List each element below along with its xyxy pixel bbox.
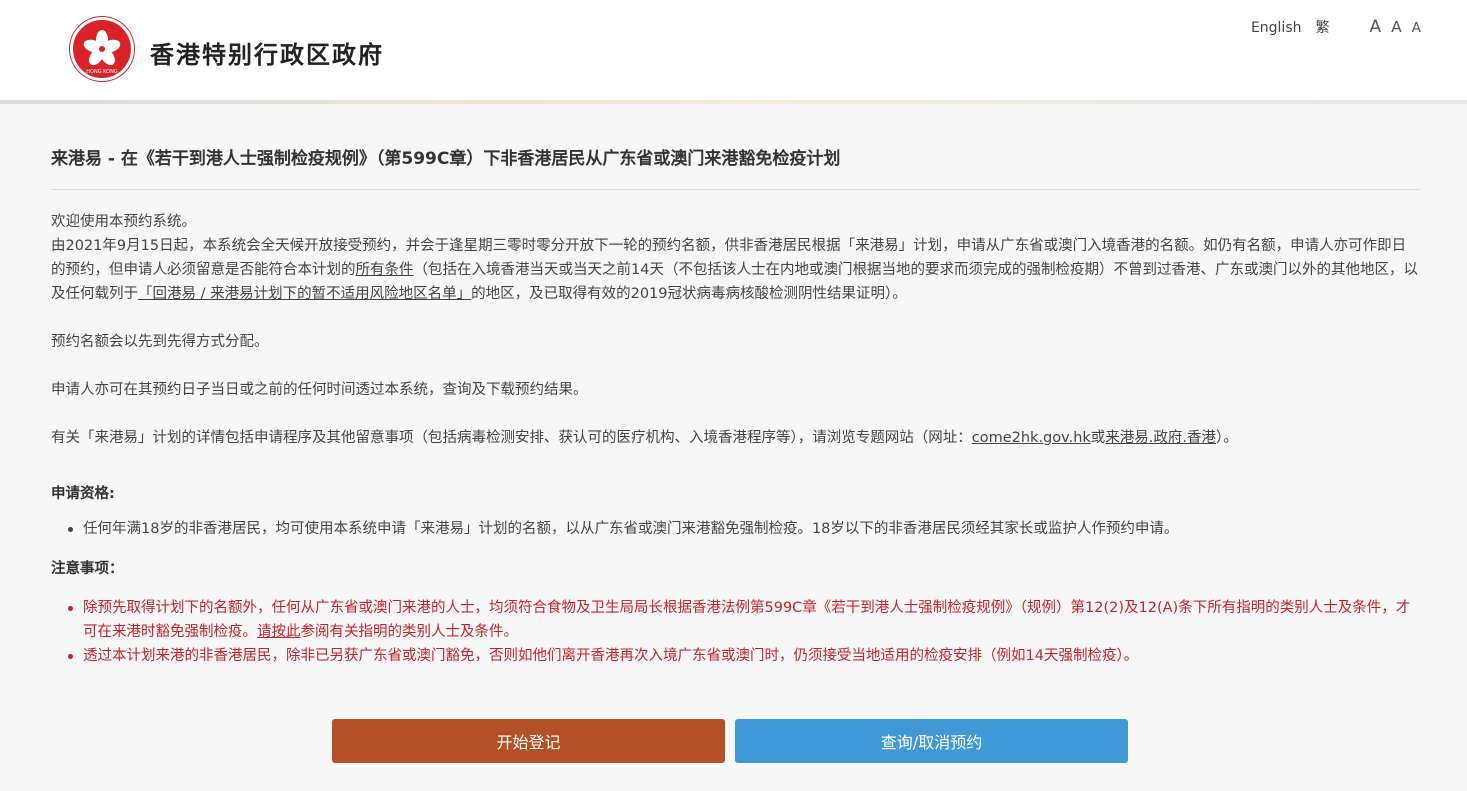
lang-traditional-link[interactable]: 繁	[1316, 17, 1330, 37]
site-title: 香港特别行政区政府	[150, 41, 384, 69]
font-size-large-button[interactable]: A	[1370, 17, 1382, 37]
click-here-link[interactable]: 请按此	[257, 624, 301, 640]
main-content: 来港易 - 在《若干到港人士强制检疫规例》（第599C章）下非香港居民从广东省或…	[51, 104, 1420, 668]
top-links: English 繁 A A A	[1251, 17, 1421, 37]
note-1-text-2: 参阅有关指明的类别人士及条件。	[300, 624, 519, 640]
bauhinia-icon: HONG KONG	[83, 30, 121, 75]
come2hk-link[interactable]: come2hk.gov.hk	[972, 430, 1091, 446]
details-or: 或	[1090, 430, 1106, 446]
details-text-2: ）。	[1216, 430, 1238, 446]
lang-english-link[interactable]: English	[1251, 20, 1302, 36]
allocation-text: 预约名额会以先到先得方式分配。	[51, 334, 269, 350]
title-divider	[51, 189, 1420, 190]
intro-paragraph: 由2021年9月15日起，本系统会全天候开放接受预约，并会于逢星期三零时零分开放…	[51, 234, 1420, 306]
query-cancel-button[interactable]: 查询/取消预约	[735, 719, 1128, 763]
font-size-small-button[interactable]: A	[1412, 20, 1421, 36]
eligibility-heading: 申请资格:	[51, 486, 115, 502]
eligibility-list: 任何年满18岁的非香港居民，均可使用本系统申请「来港易」计划的名额，以从广东省或…	[51, 517, 1420, 541]
notes-list: 除预先取得计划下的名额外，任何从广东省或澳门来港的人士，均须符合食物及卫生局局长…	[51, 596, 1420, 668]
hksar-emblem-logo[interactable]: HONG KONG	[70, 17, 134, 81]
risk-list-link[interactable]: 「回港易 / 来港易计划下的暂不适用风险地区名单」	[138, 286, 471, 302]
action-buttons: 开始登记 查询/取消预约	[332, 719, 1128, 763]
header: HONG KONG 香港特别行政区政府 English 繁 A A A	[0, 0, 1467, 104]
welcome-text: 欢迎使用本预约系统。	[51, 214, 196, 230]
query-info-text: 申请人亦可在其预约日子当日或之前的任何时间透过本系统，查询及下载预约结果。	[51, 382, 588, 398]
font-size-medium-button[interactable]: A	[1391, 18, 1402, 36]
intro-text-3: 的地区，及已取得有效的2019冠状病毒病核酸检测阴性结果证明）。	[471, 286, 907, 302]
all-conditions-link[interactable]: 所有条件	[356, 262, 414, 278]
list-item: 透过本计划来港的非香港居民，除非已另获广东省或澳门豁免，否则如他们离开香港再次入…	[51, 644, 1420, 668]
page-title: 来港易 - 在《若干到港人士强制检疫规例》（第599C章）下非香港居民从广东省或…	[51, 149, 841, 169]
details-paragraph: 有关「来港易」计划的详情包括申请程序及其他留意事项（包括病毒检测安排、获认可的医…	[51, 426, 1420, 450]
notes-heading: 注意事项：	[51, 561, 124, 577]
come2hk-chinese-link[interactable]: 来港易.政府.香港	[1105, 430, 1216, 446]
details-text-1: 有关「来港易」计划的详情包括申请程序及其他留意事项（包括病毒检测安排、获认可的医…	[51, 430, 972, 446]
list-item: 任何年满18岁的非香港居民，均可使用本系统申请「来港易」计划的名额，以从广东省或…	[51, 517, 1420, 541]
logo-ring-text: HONG KONG	[86, 69, 118, 75]
start-registration-button[interactable]: 开始登记	[332, 719, 725, 763]
list-item: 除预先取得计划下的名额外，任何从广东省或澳门来港的人士，均须符合食物及卫生局局长…	[51, 596, 1420, 644]
